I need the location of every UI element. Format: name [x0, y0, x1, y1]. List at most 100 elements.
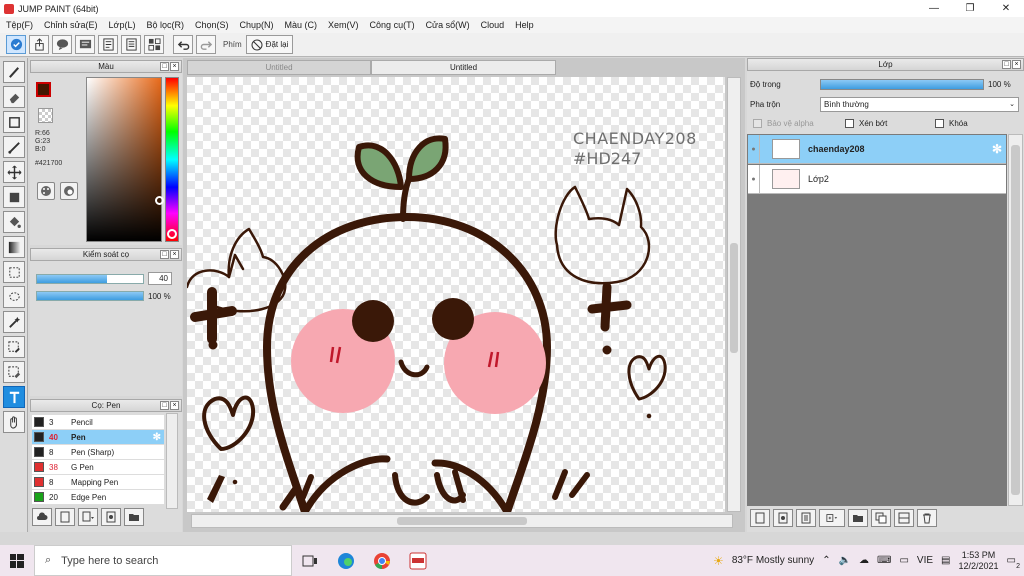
brush-item[interactable]: 3 Pencil — [32, 415, 164, 430]
layer-list-scrollbar[interactable] — [1008, 134, 1023, 506]
brush-opacity-slider[interactable] — [36, 291, 144, 301]
brush-list-scrollbar[interactable] — [166, 413, 178, 509]
lasso-tool-icon[interactable] — [3, 286, 25, 308]
panel-float-icon[interactable]: □ — [160, 250, 169, 259]
panel-float-icon[interactable]: □ — [1002, 60, 1011, 69]
language-indicator[interactable]: VIE — [917, 555, 933, 566]
menu-help[interactable]: Help — [515, 20, 534, 30]
menu-view[interactable]: Xem(V) — [328, 20, 359, 30]
check-icon[interactable] — [6, 35, 26, 54]
text-tool-icon[interactable] — [3, 386, 25, 408]
ime-icon[interactable]: ▤ — [941, 555, 950, 566]
brush-item[interactable]: 8 Mapping Pen — [32, 475, 164, 490]
lock-checkbox[interactable]: Khóa — [935, 119, 968, 128]
visibility-icon[interactable]: ● — [748, 164, 760, 194]
blend-mode-select[interactable]: Bình thường ⌄ — [820, 97, 1019, 112]
layer-folder-icon[interactable] — [848, 509, 868, 527]
hue-knob[interactable] — [167, 229, 177, 239]
horizontal-scroll-thumb[interactable] — [397, 517, 527, 525]
panel-float-icon[interactable]: □ — [160, 401, 169, 410]
gradient-tool-icon[interactable] — [3, 236, 25, 258]
brush-menu-icon[interactable] — [78, 508, 98, 526]
new-brush-icon[interactable] — [55, 508, 75, 526]
onedrive-icon[interactable]: ☁ — [859, 555, 869, 566]
delete-layer-icon[interactable] — [917, 509, 937, 527]
notification-icon[interactable]: ▭ 2 — [1007, 555, 1020, 570]
brush-item[interactable]: 20 Edge Pen — [32, 490, 164, 505]
minimize-button[interactable]: — — [916, 0, 952, 17]
select-pen-tool-icon[interactable] — [3, 336, 25, 358]
gear-icon[interactable]: ✻ — [992, 142, 1002, 156]
reset-button[interactable]: Đặt lại — [245, 35, 294, 54]
gear-icon[interactable]: ✻ — [153, 432, 161, 443]
menu-select[interactable]: Chọn(S) — [195, 20, 229, 30]
brush-item[interactable]: 8 Pen (Sharp) — [32, 445, 164, 460]
menu-capture[interactable]: Chụp(N) — [240, 20, 274, 30]
saturation-value-picker[interactable] — [86, 77, 164, 242]
hue-slider[interactable] — [165, 77, 179, 242]
close-button[interactable]: ✕ — [988, 0, 1024, 17]
menu-color[interactable]: Màu (C) — [285, 20, 318, 30]
panel-close-icon[interactable]: × — [170, 401, 179, 410]
menu-layer[interactable]: Lớp(L) — [109, 20, 136, 30]
line-tool-icon[interactable] — [3, 136, 25, 158]
select-eraser-tool-icon[interactable] — [3, 361, 25, 383]
canvas-vertical-scrollbar[interactable] — [727, 77, 741, 512]
magic-wand-tool-icon[interactable] — [3, 311, 25, 333]
undo-icon[interactable] — [173, 35, 193, 54]
eraser-tool-icon[interactable] — [3, 86, 25, 108]
list-icon[interactable] — [121, 35, 141, 54]
select-rect-tool-icon[interactable] — [3, 261, 25, 283]
layer-scroll-thumb[interactable] — [1011, 145, 1020, 495]
fill-rect-tool-icon[interactable] — [3, 186, 25, 208]
grid-icon[interactable] — [144, 35, 164, 54]
move-tool-icon[interactable] — [3, 161, 25, 183]
brush-size-slider[interactable] — [36, 273, 144, 284]
menu-tools[interactable]: Công cụ(T) — [370, 20, 415, 30]
clipping-checkbox[interactable]: Xén bớt — [845, 119, 887, 128]
chevron-up-icon[interactable]: ⌃ — [822, 555, 830, 566]
add-layer-menu-icon[interactable] — [819, 509, 845, 527]
menu-file[interactable]: Tệp(F) — [6, 20, 33, 30]
new-layer-icon[interactable] — [750, 509, 770, 527]
document-icon[interactable] — [98, 35, 118, 54]
merge-layer-icon[interactable] — [871, 509, 891, 527]
hand-tool-icon[interactable] — [3, 411, 25, 433]
bucket-tool-icon[interactable] — [3, 211, 25, 233]
brush-size-value[interactable]: 40 — [148, 272, 172, 285]
comment-icon[interactable] — [52, 35, 72, 54]
color-wheel-icon[interactable] — [60, 182, 78, 200]
share-icon[interactable] — [29, 35, 49, 54]
rectangle-tool-icon[interactable] — [3, 111, 25, 133]
panel-float-icon[interactable]: □ — [160, 62, 169, 71]
chrome-browser-icon[interactable] — [364, 545, 400, 576]
menu-edit[interactable]: Chỉnh sửa(E) — [44, 20, 98, 30]
windows-start-icon[interactable] — [0, 545, 34, 576]
panel-close-icon[interactable]: × — [1012, 60, 1021, 69]
message-icon[interactable] — [75, 35, 95, 54]
drawing-canvas[interactable]: CHAENDAY208 #HD247 — [187, 77, 725, 512]
protect-alpha-checkbox[interactable]: Bảo vệ alpha — [753, 119, 814, 128]
edge-browser-icon[interactable] — [328, 545, 364, 576]
menu-cloud[interactable]: Cloud — [481, 20, 505, 30]
vertical-scroll-thumb[interactable] — [730, 243, 738, 353]
menu-window[interactable]: Cửa sổ(W) — [426, 20, 470, 30]
task-view-icon[interactable] — [292, 545, 328, 576]
brush-item[interactable]: 38 G Pen — [32, 460, 164, 475]
sv-cursor[interactable] — [155, 196, 164, 205]
brush-item[interactable]: 40 Pen ✻ — [32, 430, 164, 445]
layer-item[interactable]: ● chaenday208 ✻ — [748, 134, 1006, 164]
layer-item[interactable]: ● Lớp2 — [748, 164, 1006, 194]
brush-folder-icon[interactable] — [124, 508, 144, 526]
doc-tab-1[interactable]: Untitled — [187, 60, 371, 75]
taskbar-search-box[interactable]: ⌕ Type here to search — [34, 545, 292, 576]
display-icon[interactable]: ▭ — [899, 555, 908, 566]
transparent-color-swatch[interactable] — [38, 108, 53, 123]
palette-icon[interactable] — [37, 182, 55, 200]
brush-settings-icon[interactable] — [101, 508, 121, 526]
redo-icon[interactable] — [196, 35, 216, 54]
doc-tab-2[interactable]: Untitled — [371, 60, 556, 75]
volume-icon[interactable]: 🔈 — [839, 555, 851, 566]
visibility-icon[interactable]: ● — [748, 134, 760, 164]
canvas-horizontal-scrollbar[interactable] — [191, 514, 733, 528]
